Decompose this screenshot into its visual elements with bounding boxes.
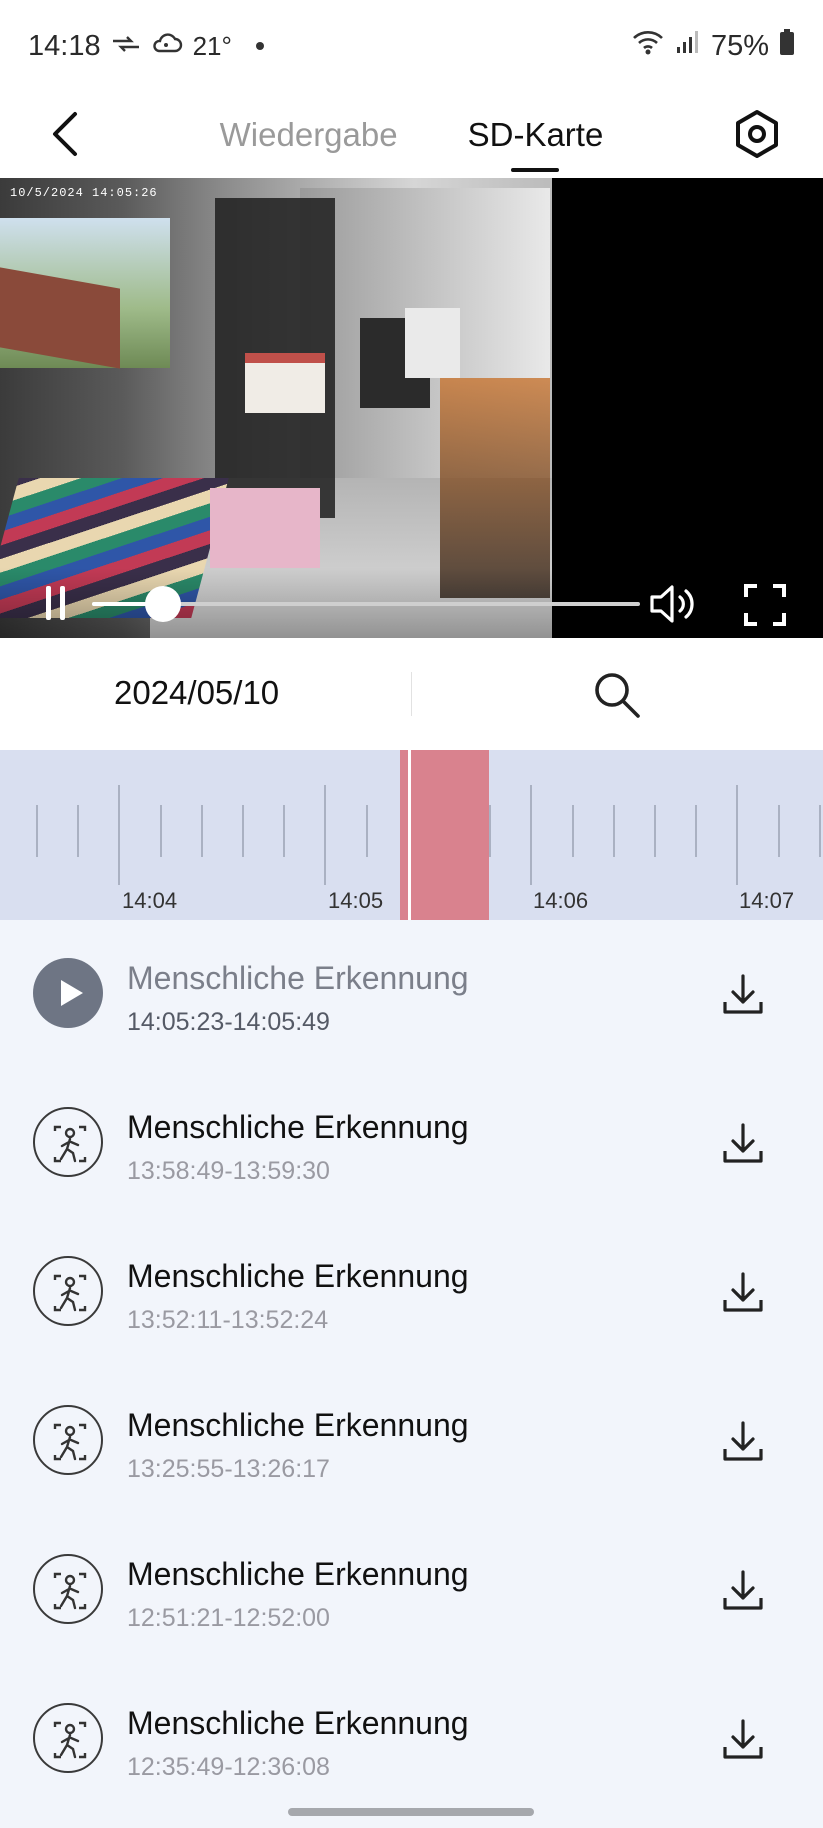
timeline-minor-tick — [283, 805, 285, 857]
timeline-label: 14:04 — [122, 888, 178, 913]
event-list-item[interactable]: Menschliche Erkennung 13:25:55-13:26:17 — [0, 1367, 823, 1516]
video-controls — [0, 568, 823, 638]
status-weather: 21° — [192, 30, 232, 61]
timeline-minor-tick — [654, 805, 656, 857]
event-list-item[interactable]: Menschliche Erkennung 13:52:11-13:52:24 — [0, 1218, 823, 1367]
timeline-label: 14:07 — [739, 888, 795, 913]
timeline-label: 14:05 — [328, 888, 384, 913]
play-icon[interactable] — [33, 958, 103, 1028]
timeline-minor-tick — [77, 805, 79, 857]
event-time-range: 13:58:49-13:59:30 — [127, 1157, 330, 1185]
progress-slider[interactable] — [92, 586, 640, 622]
tab-bar: Wiedergabe SD-Karte — [0, 92, 823, 178]
date-selector[interactable]: 2024/05/10 — [114, 674, 279, 712]
person-detection-icon[interactable] — [33, 1107, 103, 1177]
video-player[interactable]: 10/5/2024 14:05:26 — [0, 178, 823, 638]
timeline-minor-tick — [36, 805, 38, 857]
event-time-range: 14:05:23-14:05:49 — [127, 1008, 330, 1036]
timeline-minor-tick — [366, 805, 368, 857]
search-icon — [595, 673, 640, 718]
event-list-item[interactable]: Menschliche Erkennung 12:51:21-12:52:00 — [0, 1516, 823, 1665]
event-list-item[interactable]: Menschliche Erkennung 13:58:49-13:59:30 — [0, 1069, 823, 1218]
battery-icon — [779, 28, 795, 64]
fullscreen-button[interactable] — [744, 584, 786, 626]
event-list-item[interactable]: Menschliche Erkennung 12:35:49-12:36:08 — [0, 1665, 823, 1814]
status-bar: 14:18 21° 75% — [0, 0, 823, 92]
person-detection-icon[interactable] — [33, 1703, 103, 1773]
download-icon[interactable] — [718, 970, 768, 1020]
download-icon[interactable] — [718, 1417, 768, 1467]
timeline-minor-tick — [819, 805, 821, 857]
person-detection-icon[interactable] — [33, 1405, 103, 1475]
timeline-minor-tick — [695, 805, 697, 857]
download-icon[interactable] — [718, 1715, 768, 1765]
divider — [411, 672, 412, 716]
timeline-label: 14:06 — [533, 888, 589, 913]
timeline-major-tick — [118, 785, 120, 885]
event-title: Menschliche Erkennung — [127, 1258, 469, 1294]
signal-icon — [675, 29, 701, 63]
event-title: Menschliche Erkennung — [127, 1556, 469, 1592]
download-icon[interactable] — [718, 1268, 768, 1318]
timeline-major-tick — [324, 785, 326, 885]
event-time-range: 13:25:55-13:26:17 — [127, 1455, 330, 1483]
progress-knob[interactable] — [145, 586, 182, 622]
date-bar: 2024/05/10 — [0, 638, 823, 750]
settings-button[interactable] — [729, 106, 785, 162]
timeline-recording-segment[interactable] — [400, 750, 489, 920]
weather-cloud-icon — [151, 30, 183, 63]
event-time-range: 12:51:21-12:52:00 — [127, 1604, 330, 1632]
timeline-minor-tick — [572, 805, 574, 857]
data-transfer-icon — [111, 30, 141, 63]
event-time-range: 12:35:49-12:36:08 — [127, 1753, 330, 1781]
timeline-minor-tick — [778, 805, 780, 857]
hexagon-settings-icon — [736, 110, 778, 158]
timeline-minor-tick — [489, 805, 491, 857]
battery-percent: 75% — [710, 29, 769, 62]
wifi-icon — [631, 28, 665, 64]
status-time: 14:18 — [28, 29, 101, 62]
person-detection-icon[interactable] — [33, 1256, 103, 1326]
timeline-minor-tick — [160, 805, 162, 857]
pause-button[interactable] — [42, 586, 72, 620]
event-list: Menschliche Erkennung 14:05:23-14:05:49 Me… — [0, 920, 823, 1814]
timeline-major-tick — [530, 785, 532, 885]
fullscreen-icon — [744, 584, 786, 626]
event-time-range: 13:52:11-13:52:24 — [127, 1306, 329, 1334]
event-title: Menschliche Erkennung — [127, 1109, 469, 1145]
header: Wiedergabe SD-Karte — [0, 92, 823, 178]
notification-dot — [255, 42, 264, 50]
timeline[interactable]: 14:04 14:05 14:06 14:07 — [0, 750, 823, 920]
event-title: Menschliche Erkennung — [127, 960, 469, 996]
download-icon[interactable] — [718, 1566, 768, 1616]
search-button[interactable] — [590, 668, 644, 722]
timeline-minor-tick — [242, 805, 244, 857]
event-title: Menschliche Erkennung — [127, 1705, 469, 1741]
video-timestamp: 10/5/2024 14:05:26 — [10, 186, 158, 200]
event-title: Menschliche Erkennung — [127, 1407, 469, 1443]
timeline-minor-tick — [201, 805, 203, 857]
timeline-playhead[interactable] — [408, 750, 411, 920]
volume-button[interactable] — [648, 580, 702, 628]
speaker-icon — [650, 585, 694, 623]
home-indicator[interactable] — [288, 1808, 534, 1816]
timeline-major-tick — [736, 785, 738, 885]
timeline-minor-tick — [613, 805, 615, 857]
tab-wiedergabe[interactable]: Wiedergabe — [220, 116, 398, 154]
person-detection-icon[interactable] — [33, 1554, 103, 1624]
tab-sd-karte[interactable]: SD-Karte — [468, 116, 604, 154]
download-icon[interactable] — [718, 1119, 768, 1169]
event-list-item[interactable]: Menschliche Erkennung 14:05:23-14:05:49 — [0, 920, 823, 1069]
